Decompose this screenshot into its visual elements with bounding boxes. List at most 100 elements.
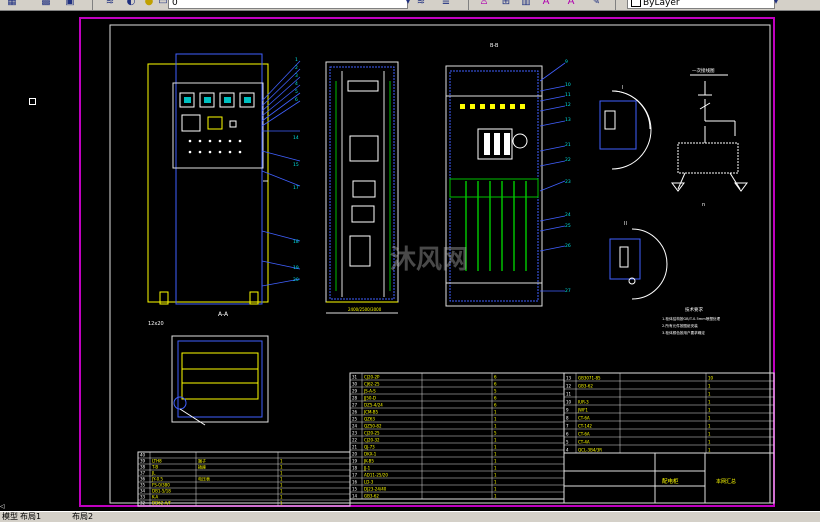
toolbar: ▦ ▩ ▣ ≋ ◐ ● ▭ 0 ▾ ≋ ≣ ♙ ⊞ ▥ A A ✎ ByLaye… <box>0 0 820 11</box>
table-cell-qty: 1 <box>708 416 711 421</box>
layer-value: 0 <box>172 0 178 8</box>
drawing-svg[interactable]: A-A 123 456 141517 181920 2400/2500/3000… <box>0 11 820 511</box>
table-cell-no: 33 <box>140 495 146 500</box>
table-cell-no: 12 <box>566 384 572 389</box>
svg-text:21: 21 <box>565 142 571 148</box>
table-cell-name: DB1-5/18 <box>152 489 171 494</box>
svg-text:2: 2 <box>295 65 298 71</box>
table-cell-no: 24 <box>352 424 358 429</box>
table-cell-name: CT-6A <box>578 416 590 421</box>
title-block: 配电柜 本网汇总 <box>563 452 775 504</box>
table-cell-no: 22 <box>352 438 358 443</box>
table-cell-qty: 1 <box>494 417 497 422</box>
text-AI-icon[interactable]: A <box>565 0 577 8</box>
table-cell-no: 4 <box>566 448 569 453</box>
table-cell-qty: 1 <box>708 400 711 405</box>
table-cell-name: IUR-3 <box>578 400 589 405</box>
table-cell-qty: 10 <box>708 376 714 381</box>
svg-text:19: 19 <box>293 265 299 271</box>
table-cell-qty: 1 <box>280 489 283 494</box>
table-cell-qty: 1 <box>494 452 497 457</box>
light-bulb-icon[interactable]: ● <box>143 0 155 8</box>
layer-icon-2[interactable]: ◐ <box>125 0 137 8</box>
svg-text:6: 6 <box>295 97 298 103</box>
table-cell-name: T-B <box>151 465 158 470</box>
table-cell-no: 19 <box>352 459 358 464</box>
layer-state-icon[interactable]: ▣ <box>64 0 76 8</box>
table-cell-name: QZ50-82 <box>364 424 382 429</box>
svg-text:20: 20 <box>293 277 299 283</box>
layers-icon[interactable]: ▦ <box>6 0 18 8</box>
layer-combo[interactable]: 0 <box>168 0 408 9</box>
table-cell-name: AD11-25/20 <box>364 473 388 478</box>
table-cell-qty: 1 <box>494 473 497 478</box>
table-cell-spec: 插座 <box>198 464 206 470</box>
table-cell-no: 9 <box>566 408 569 413</box>
table-cell-no: 26 <box>352 410 358 415</box>
match-icon[interactable]: ▩ <box>40 0 52 8</box>
dropdown-arrow-icon[interactable]: ▾ <box>402 0 414 8</box>
svg-text:26: 26 <box>565 243 571 249</box>
table-cell-name: CT-142 <box>578 424 592 429</box>
table-cell-name: JCM-B5 <box>363 410 378 415</box>
table-cell-name: JJ-1 <box>363 466 371 471</box>
table-cell-qty: 6 <box>494 403 497 408</box>
layer-prev-icon[interactable]: ≋ <box>104 0 116 8</box>
svg-text:14: 14 <box>293 135 299 141</box>
dropdown-arrow-icon[interactable]: ▾ <box>770 0 782 8</box>
svg-text:1: 1 <box>295 57 298 63</box>
table-cell-name: CJ20-2P <box>364 375 380 380</box>
parts-table-left: 4039 LTH8 端子 1 38 T-B 插座 1 37 JL 1 36 JY-0.5 电压表 1 35 FS… <box>137 451 351 507</box>
table-cell-no: 31 <box>352 375 358 380</box>
table-icon[interactable]: ⊞ <box>500 0 512 8</box>
mtext-icon[interactable]: ▥ <box>520 0 532 8</box>
table-cell-qty: 1 <box>494 424 497 429</box>
table-cell-qty: 1 <box>494 494 497 499</box>
table-cell-qty: 6 <box>494 375 497 380</box>
table-cell-name: JJ50-D <box>363 396 376 401</box>
leader-numbers-front: 1 2 3 4 5 6 14 15 17 18 19 20 <box>293 57 299 283</box>
note-1: 1.柜体结构按GB/T-0.5mm喷塑处理 <box>662 316 721 321</box>
table-cell-qty: 1 <box>280 495 283 500</box>
technical-notes: 技术要求 1.柜体结构按GB/T-0.5mm喷塑处理 2.所有元件按图纸安装 3… <box>662 306 721 335</box>
text-style-icon[interactable]: ♙ <box>478 0 490 8</box>
notes-title: 技术要求 <box>685 306 703 313</box>
linetype-combo[interactable]: ByLayer <box>627 0 775 9</box>
table-cell-name: CJ62-25 <box>364 382 380 387</box>
table-cell-name: QJ-73 <box>364 445 375 450</box>
text-A-icon[interactable]: A <box>540 0 552 8</box>
table-cell-no: 23 <box>352 431 358 436</box>
svg-text:I: I <box>622 85 623 91</box>
table-cell-name: QZ63 <box>364 417 375 422</box>
table-cell-qty: 1 <box>708 448 711 453</box>
table-cell-no: 21 <box>352 445 358 450</box>
table-cell-qty: 1 <box>280 459 283 464</box>
table-cell-qty: 1 <box>494 445 497 450</box>
table-cell-qty: 1 <box>708 384 711 389</box>
table-cell-qty: 5 <box>494 431 497 436</box>
leader-numbers-bb: 9 10 11 12 13 21 22 23 24 25 26 27 <box>565 59 571 294</box>
svg-text:12: 12 <box>565 102 571 108</box>
note-2: 2.所有元件按图纸安装 <box>662 323 698 328</box>
layer-tools-icon[interactable]: ≣ <box>440 0 452 8</box>
table-cell-qty: 1 <box>280 483 283 488</box>
detail-view-2: II <box>609 221 668 300</box>
drawing-canvas[interactable]: A-A 123 456 14 15 17 18 19 20 2400/2500/… <box>0 11 820 511</box>
svg-text:3: 3 <box>295 73 298 79</box>
svg-text:25: 25 <box>565 223 571 229</box>
svg-text:22: 22 <box>565 157 571 163</box>
cabinet-plan-view: 12x20 <box>148 321 269 426</box>
toolbar-separator <box>468 0 469 10</box>
svg-text:23: 23 <box>565 179 571 185</box>
table-cell-name: JWF1 <box>577 408 588 413</box>
table-cell-qty: 1 <box>280 471 283 476</box>
table-cell-no: 36 <box>140 477 146 482</box>
parts-table-middle: 31 CJ20-2P 6 30 CJ62-25 6 29 JS-A-S 5 28 JJ50-D 6 27… <box>349 372 565 500</box>
table-cell-qty: 1 <box>708 440 711 445</box>
layer-props-icon[interactable]: ≋ <box>415 0 427 8</box>
text-find-icon[interactable]: ✎ <box>590 0 602 8</box>
table-cell-name: CT-4A <box>578 440 590 445</box>
table-cell-name: FS-0/380 <box>152 483 170 488</box>
svg-text:24: 24 <box>565 212 571 218</box>
svg-text:9: 9 <box>565 59 568 65</box>
